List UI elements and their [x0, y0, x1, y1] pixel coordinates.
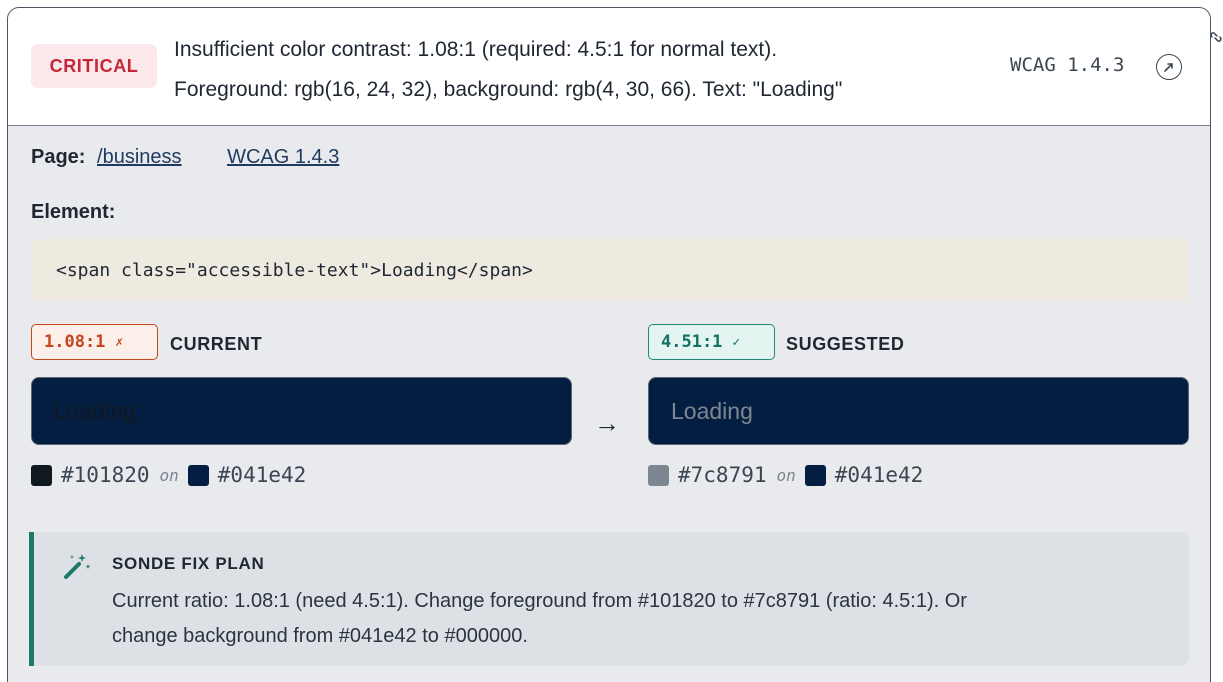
foreground-swatch [31, 464, 52, 486]
issue-line-1: Insufficient color contrast: 1.08:1 (req… [174, 38, 778, 61]
background-swatch [804, 464, 826, 486]
page-link[interactable]: /business [97, 146, 182, 168]
suggested-ratio-value: 4.51:1 [661, 332, 723, 352]
external-link-icon[interactable] [1156, 54, 1182, 80]
background-hex: #041e42 [834, 463, 924, 487]
fail-icon: ✗ [115, 334, 124, 350]
foreground-hex: #7c8791 [678, 463, 767, 487]
fix-plan-line-1: Current ratio: 1.08:1 (need 4.5:1). Chan… [112, 590, 967, 612]
issue-card: CRITICAL Insufficient color contrast: 1.… [7, 7, 1211, 682]
on-word: on [159, 465, 179, 485]
pass-icon: ✓ [732, 334, 741, 350]
current-colors: #101820 on #041e42 [31, 463, 306, 487]
magic-wand-icon [62, 552, 92, 586]
current-preview: Loading [31, 377, 572, 445]
issue-line-2: Foreground: rgb(16, 24, 32), background:… [174, 78, 843, 101]
wcag-link[interactable]: WCAG 1.4.3 [227, 146, 339, 168]
current-ratio-badge: 1.08:1 ✗ [31, 324, 158, 360]
page-label: Page: [31, 146, 86, 168]
fix-plan-title: SONDE FIX PLAN [112, 554, 265, 573]
fix-plan-text: Current ratio: 1.08:1 (need 4.5:1). Chan… [112, 584, 1162, 654]
on-word: on [776, 465, 796, 485]
fix-plan: SONDE FIX PLAN Current ratio: 1.08:1 (ne… [29, 532, 1189, 666]
issue-description: Insufficient color contrast: 1.08:1 (req… [174, 30, 1004, 110]
current-ratio-value: 1.08:1 [44, 332, 106, 352]
foreground-swatch [648, 464, 669, 486]
foreground-hex: #101820 [61, 463, 150, 487]
severity-badge: CRITICAL [31, 44, 157, 88]
background-hex: #041e42 [217, 463, 307, 487]
element-code: <span class="accessible-text">Loading</s… [31, 239, 1189, 301]
meta-row: Page: /business WCAG 1.4.3 [31, 146, 339, 169]
link-icon[interactable] [1209, 28, 1223, 51]
wcag-tag: WCAG 1.4.3 [1010, 54, 1125, 76]
background-swatch [187, 464, 209, 486]
suggested-colors: #7c8791 on #041e42 [648, 463, 923, 487]
current-label: CURRENT [170, 334, 263, 354]
suggested-label: SUGGESTED [786, 334, 905, 354]
element-label: Element: [31, 201, 116, 223]
suggested-preview: Loading [648, 377, 1189, 445]
issue-header[interactable]: CRITICAL Insufficient color contrast: 1.… [8, 8, 1210, 126]
arrow-right-icon: → [594, 408, 620, 438]
fix-plan-line-2: change background from #041e42 to #00000… [112, 625, 528, 647]
suggested-ratio-badge: 4.51:1 ✓ [648, 324, 775, 360]
